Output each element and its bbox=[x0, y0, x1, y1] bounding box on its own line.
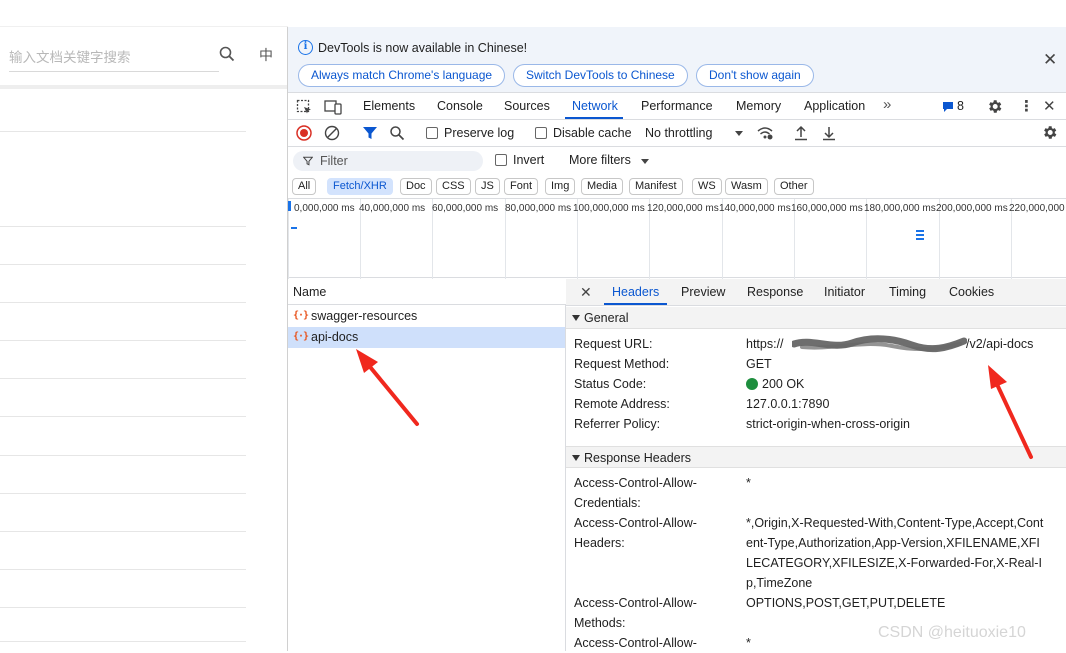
annotation-arrows bbox=[356, 349, 1033, 459]
arrow-to-request-url bbox=[988, 365, 1033, 459]
watermark: CSDN @heituoxie10 bbox=[878, 624, 1026, 641]
arrow-to-api-docs bbox=[356, 349, 419, 426]
